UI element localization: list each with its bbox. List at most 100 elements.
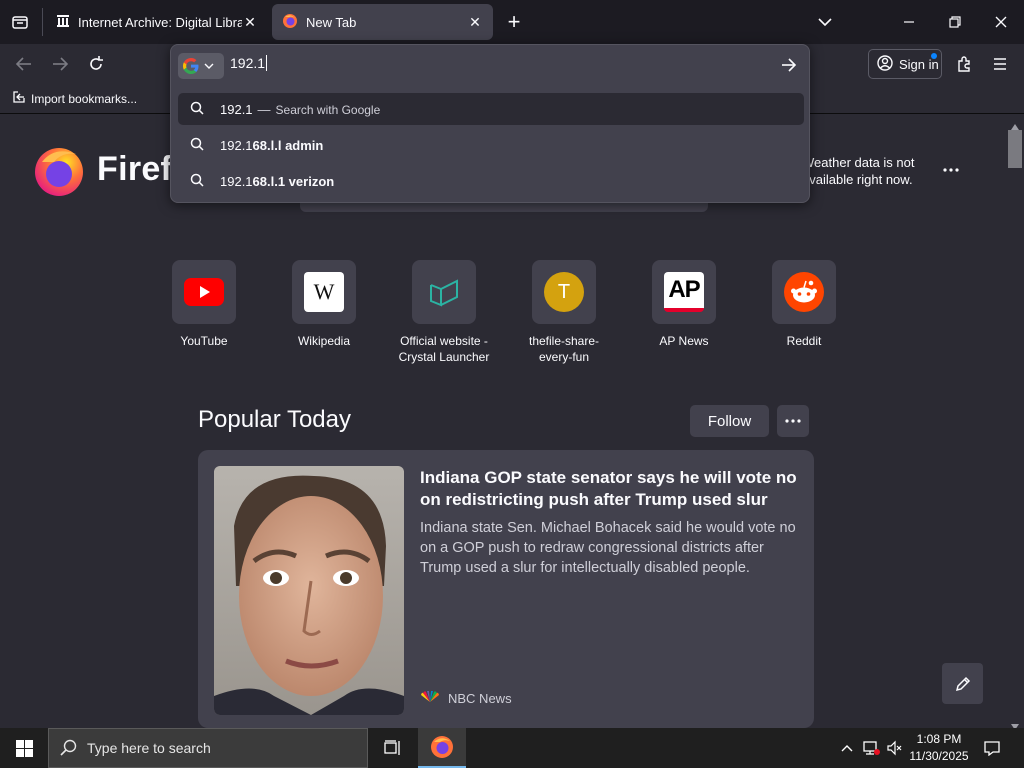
tab-title: New Tab (306, 14, 357, 30)
suggestion-text: 192.168.l.1 verizon (220, 174, 334, 189)
top-site-crystal-launcher[interactable]: Official website - Crystal Launcher (394, 260, 494, 365)
close-tab-button[interactable]: ✕ (467, 14, 483, 30)
top-site-reddit[interactable]: Reddit (754, 260, 854, 349)
top-site-tile[interactable]: AP (652, 260, 716, 324)
story-card[interactable]: Indiana GOP state senator says he will v… (198, 450, 814, 728)
go-arrow-icon[interactable] (779, 55, 799, 75)
story-source: NBC News (420, 691, 512, 706)
top-site-tile[interactable]: W (292, 260, 356, 324)
chevron-down-icon (204, 63, 214, 69)
restore-icon[interactable] (932, 0, 978, 44)
list-all-tabs-icon[interactable] (802, 0, 848, 44)
top-site-wikipedia[interactable]: W Wikipedia (274, 260, 374, 349)
reload-icon[interactable] (82, 50, 110, 78)
sign-in-button[interactable]: Sign in (868, 49, 942, 79)
extensions-icon[interactable] (950, 50, 978, 78)
close-icon[interactable] (978, 0, 1024, 44)
clock-time: 1:08 PM (916, 732, 962, 746)
top-site-thefile[interactable]: T thefile-share-every-fun (514, 260, 614, 365)
text-caret (266, 55, 268, 71)
top-site-label: Reddit (786, 334, 822, 348)
top-site-label: thefile-share-every-fun (528, 334, 600, 364)
suggestion-completion: 68.l.1 verizon (252, 173, 335, 189)
youtube-icon (184, 278, 224, 306)
taskbar-search-placeholder: Type here to search (87, 740, 211, 756)
suggestion-typed: 192.1 (220, 137, 253, 153)
archive-icon (56, 14, 70, 31)
suggestion-action: Search with Google (275, 102, 381, 117)
suggestion-completion: 68.l.l admin (252, 137, 324, 153)
customize-button[interactable] (942, 663, 983, 704)
network-icon[interactable] (860, 728, 882, 768)
tab-overview-icon[interactable] (10, 12, 30, 32)
tab-new-tab[interactable]: New Tab ✕ (272, 4, 493, 40)
tab-internet-archive[interactable]: Internet Archive: Digital Library ✕ (46, 4, 268, 40)
pencil-icon (955, 676, 970, 691)
taskbar-clock[interactable]: 1:08 PM 11/30/2025 (904, 731, 974, 765)
notification-dot (931, 53, 937, 59)
follow-button[interactable]: Follow (690, 405, 769, 437)
story-thumbnail (214, 466, 404, 715)
weather-line-1: Weather data is not (802, 155, 915, 170)
back-icon[interactable] (10, 50, 38, 78)
minimize-icon[interactable] (886, 0, 932, 44)
page-scrollbar[interactable] (1006, 114, 1024, 730)
forward-icon[interactable] (46, 50, 74, 78)
url-typed-text: 192.1 (230, 55, 266, 71)
weather-line-2: available right now. (802, 172, 913, 187)
google-icon (183, 58, 199, 74)
url-input[interactable]: 192.1 (230, 55, 268, 71)
taskbar-firefox-button[interactable] (418, 728, 466, 768)
avatar-letter: T (557, 280, 571, 303)
notification-icon[interactable] (980, 728, 1004, 768)
task-view-icon (384, 740, 400, 755)
close-tab-button[interactable]: ✕ (242, 14, 258, 30)
volume-muted-icon[interactable] (884, 728, 906, 768)
top-site-ap-news[interactable]: AP AP News (634, 260, 734, 349)
tab-divider (42, 8, 43, 36)
search-icon (60, 739, 77, 756)
search-icon (190, 101, 204, 118)
firefox-logo (32, 144, 86, 203)
weather-message: Weather data is not available right now. (802, 154, 932, 188)
top-site-label: AP News (659, 334, 709, 348)
task-view-button[interactable] (371, 728, 415, 768)
suggestion-row[interactable]: 192.168.l.1 verizon (178, 165, 804, 197)
suggestion-row[interactable]: 192.168.l.l admin (178, 129, 804, 161)
urlbar-dropdown: 192.1 192.1— Search with Google 192.168.l… (170, 44, 810, 203)
taskbar-search-box[interactable]: Type here to search (48, 728, 368, 768)
story-headline[interactable]: Indiana GOP state senator says he will v… (420, 467, 800, 511)
suggestion-typed: 192.1 (220, 101, 253, 117)
top-site-tile[interactable] (772, 260, 836, 324)
wikipedia-icon: W (304, 272, 344, 312)
menu-icon[interactable] (986, 50, 1014, 78)
import-icon (12, 90, 26, 107)
start-button[interactable] (0, 728, 48, 768)
source-label: NBC News (448, 691, 512, 706)
suggestion-text: 192.1— Search with Google (220, 102, 380, 117)
search-icon (190, 137, 204, 154)
top-site-tile[interactable] (412, 260, 476, 324)
top-site-tile[interactable]: T (532, 260, 596, 324)
top-site-label: Wikipedia (297, 334, 351, 348)
windows-taskbar: Type here to search 1:08 PM 11/30/2025 (0, 728, 1024, 768)
letter-avatar-icon: T (544, 272, 584, 312)
ap-icon: AP (664, 272, 704, 312)
section-more-button[interactable] (777, 405, 809, 437)
search-icon (190, 173, 204, 190)
suggestion-row[interactable]: 192.1— Search with Google (178, 93, 804, 125)
urlbar-input-row: 192.1 (171, 45, 809, 85)
account-icon (877, 54, 893, 74)
top-site-youtube[interactable]: YouTube (154, 260, 254, 349)
windows-icon (15, 739, 33, 757)
chevron-up-icon[interactable] (838, 728, 856, 768)
weather-more-button[interactable] (938, 160, 964, 180)
nbc-icon (420, 691, 440, 706)
tab-strip: Internet Archive: Digital Library ✕ New … (0, 0, 1024, 44)
import-bookmarks-button[interactable]: Import bookmarks... (12, 90, 137, 107)
scrollbar-thumb[interactable] (1008, 130, 1022, 168)
search-engine-button[interactable] (178, 53, 224, 79)
new-tab-button[interactable]: + (504, 9, 524, 34)
top-site-label: YouTube (180, 334, 228, 348)
top-site-tile[interactable] (172, 260, 236, 324)
